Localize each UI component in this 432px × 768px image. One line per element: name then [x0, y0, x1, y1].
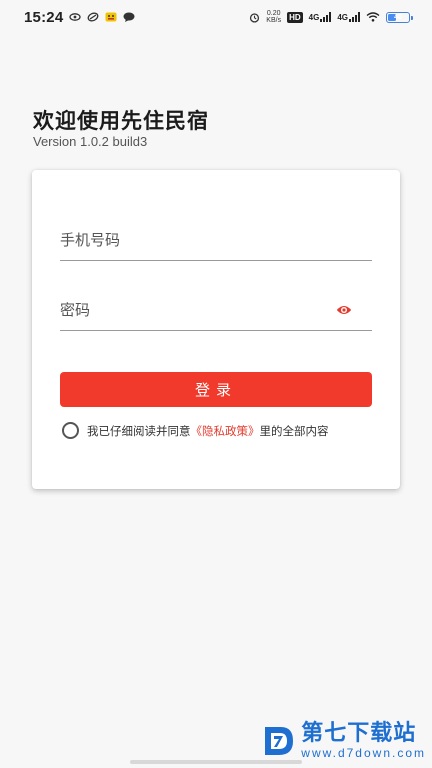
sim2-network-type: 4G	[337, 13, 348, 22]
hd-voice-badge: HD	[287, 11, 303, 23]
network-speed-unit: KB/s	[266, 17, 282, 24]
sim2-signal-bars-icon	[349, 12, 360, 22]
d7down-logo-icon	[265, 727, 294, 755]
watermark: 第七下载站 www.d7down.com	[261, 722, 426, 760]
agreement-row: 我已仔细阅读并同意 《隐私政策》 里的全部内容	[62, 422, 329, 439]
status-time: 15:24	[24, 8, 64, 26]
app-version: Version 1.0.2 build3	[33, 134, 148, 149]
password-field-wrapper	[60, 290, 372, 331]
sim1-signal-bars-icon	[320, 12, 332, 22]
phone-input[interactable]	[60, 231, 372, 249]
sim2-signal: 4G	[337, 12, 360, 22]
password-input[interactable]	[60, 301, 372, 319]
agreement-prefix: 我已仔细阅读并同意	[87, 423, 191, 438]
login-card: 登录 我已仔细阅读并同意 《隐私政策》 里的全部内容	[32, 170, 400, 489]
page-title: 欢迎使用先住民宿	[33, 109, 209, 133]
agreement-suffix: 里的全部内容	[259, 423, 329, 438]
chat-notification-icon	[123, 12, 135, 22]
network-speed-value: 0.20	[266, 10, 281, 17]
watermark-text: 第七下载站 www.d7down.com	[301, 721, 426, 761]
network-speed: 0.20 KB/s	[266, 10, 281, 24]
sim1-signal: 4G	[309, 12, 332, 22]
phone-field-wrapper	[60, 220, 372, 261]
login-button[interactable]: 登录	[60, 372, 372, 407]
home-indicator[interactable]	[130, 760, 302, 764]
status-bar: 15:24 0.20 KB/s HD 4G 4G 40	[0, 0, 432, 34]
status-bar-left: 15:24	[24, 9, 135, 26]
agreement-checkbox[interactable]	[62, 422, 79, 439]
alarm-icon	[250, 12, 260, 23]
battery-level: 40	[394, 13, 402, 21]
privacy-policy-link[interactable]: 《隐私政策》	[191, 423, 260, 439]
link-notification-icon	[87, 12, 99, 22]
watermark-url: www.d7down.com	[301, 746, 426, 760]
app-notification-icon	[105, 12, 117, 22]
eye-notification-icon	[69, 13, 82, 21]
login-screen: 15:24 0.20 KB/s HD 4G 4G 40 欢迎使用先住民宿 Ver…	[0, 0, 432, 768]
status-bar-right: 0.20 KB/s HD 4G 4G 40	[249, 10, 413, 24]
battery-icon: 40	[386, 11, 413, 23]
wifi-icon	[366, 12, 380, 22]
eye-icon[interactable]	[336, 303, 352, 317]
watermark-name: 第七下载站	[301, 721, 417, 746]
sim1-network-type: 4G	[308, 13, 320, 22]
